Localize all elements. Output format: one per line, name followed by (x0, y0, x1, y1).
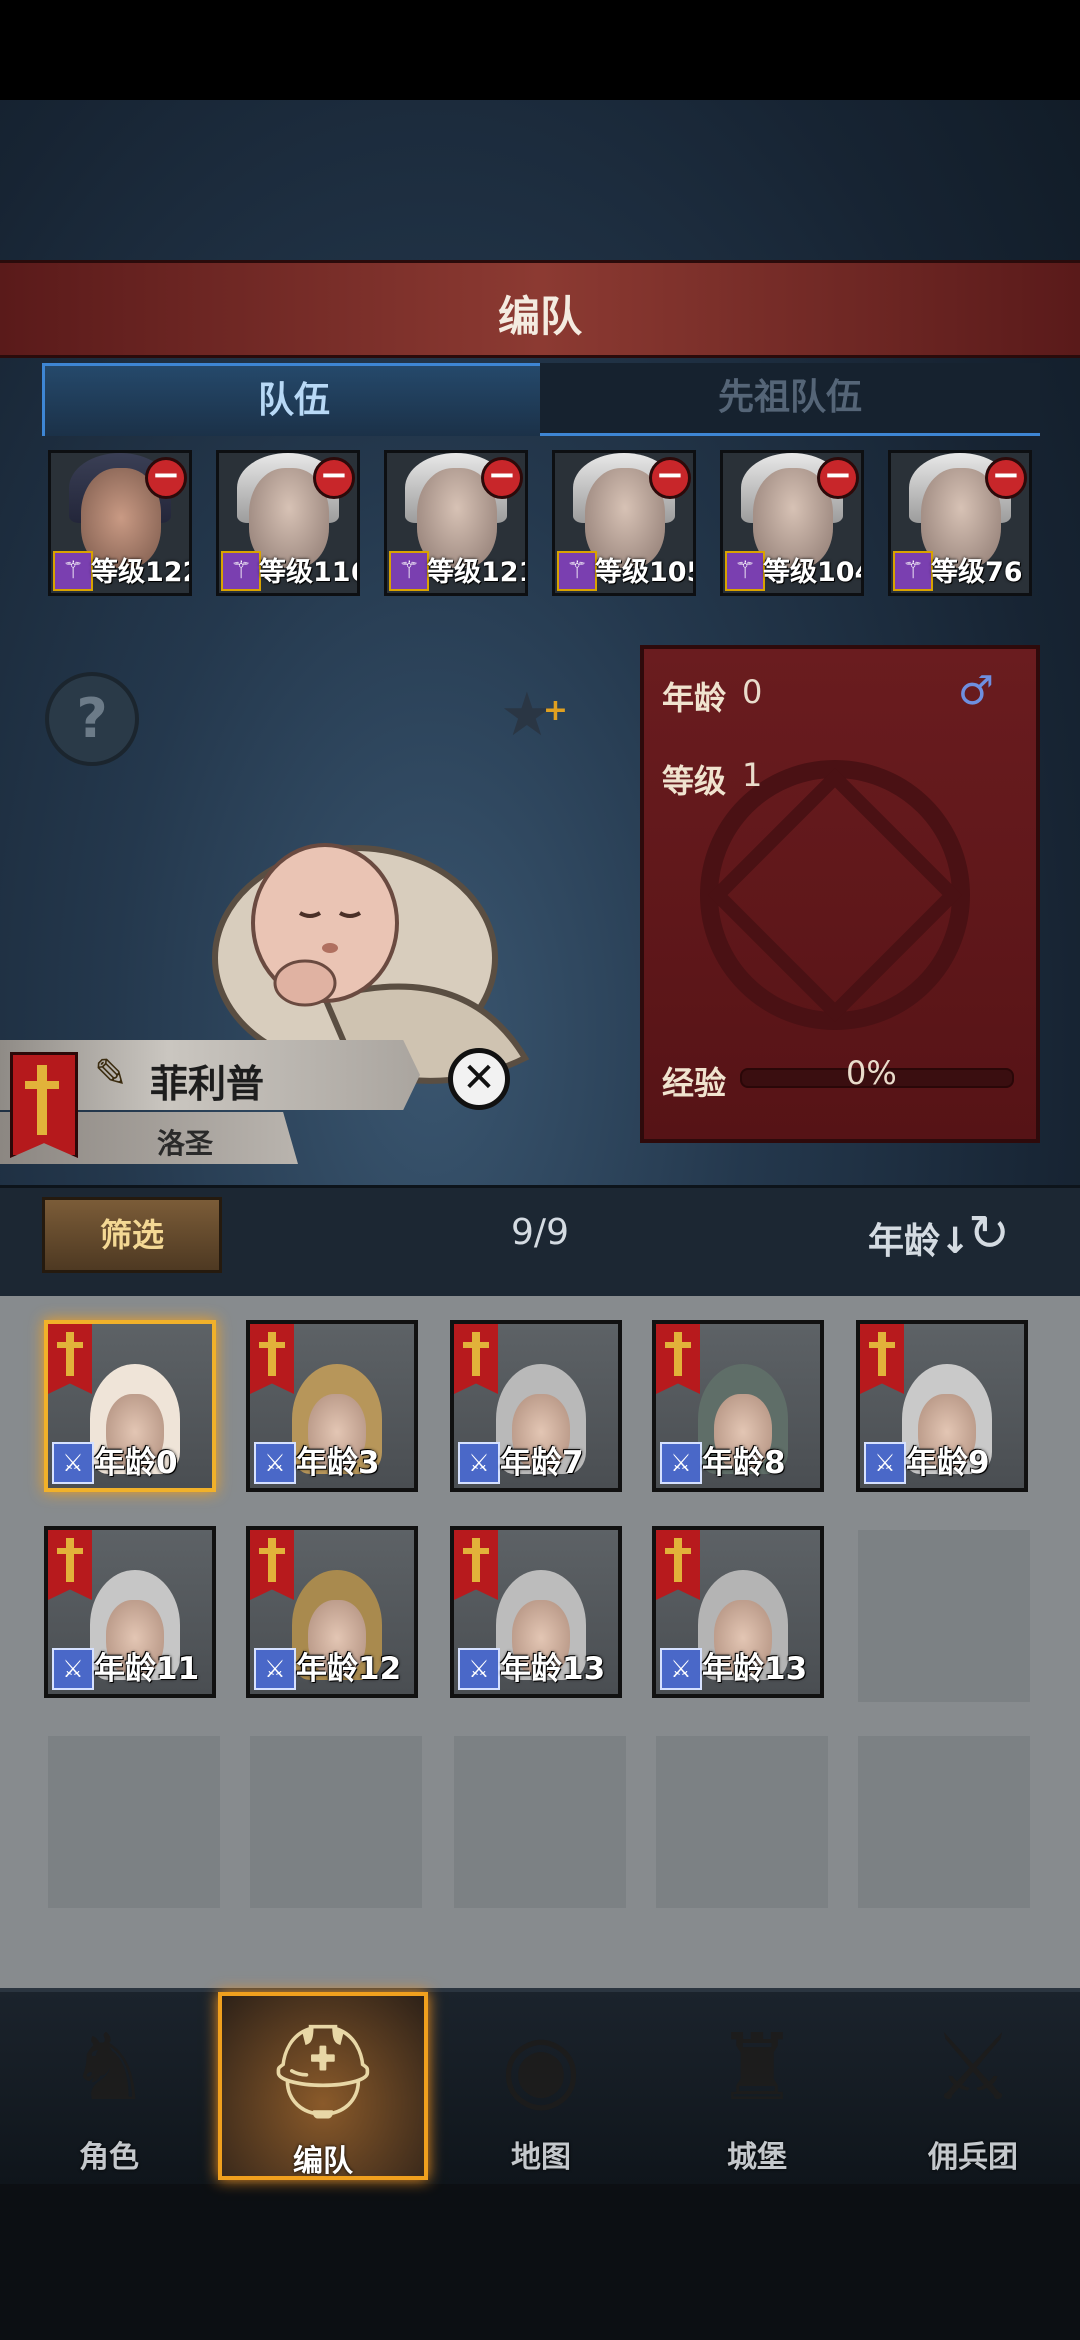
roster-count: 9/9 (511, 1212, 569, 1253)
sword-icon: ⚔ (660, 1442, 702, 1484)
age-label: 年龄3 (296, 1445, 380, 1481)
house-flag-icon (454, 1530, 498, 1600)
age-label: 年龄7 (500, 1445, 584, 1481)
empty-roster-slot (48, 1736, 220, 1908)
filter-button[interactable]: 筛选 (42, 1197, 222, 1273)
sword-icon: ⚔ (52, 1648, 94, 1690)
age-label: 年龄13 (500, 1651, 606, 1687)
title-banner: 编队 (0, 260, 1080, 358)
roster-slot[interactable]: ⚔ 年龄11 (44, 1526, 216, 1698)
help-button[interactable]: ? (45, 672, 139, 766)
roster-slot[interactable]: ⚔ 年龄12 (246, 1526, 418, 1698)
house-flag-icon (48, 1324, 92, 1394)
house-flag-icon (656, 1324, 700, 1394)
roster-slot[interactable]: ⚔ 年龄0 (44, 1320, 216, 1492)
nav-map[interactable]: ◉ 地图 (436, 1992, 646, 2180)
roster-slot[interactable]: ⚔ 年龄9 (856, 1320, 1028, 1492)
system-nav-area (0, 2180, 1080, 2340)
roster-slot[interactable]: ⚔ 年龄13 (652, 1526, 824, 1698)
member-level: 等级104 (763, 557, 864, 588)
remove-member-icon[interactable]: − (313, 457, 355, 499)
knight-icon: ♞ (67, 2014, 151, 2121)
edit-name-icon[interactable]: ✎ (94, 1050, 142, 1098)
wand-icon: ⚚ (893, 551, 933, 591)
remove-member-icon[interactable]: − (985, 457, 1027, 499)
team-member-card[interactable]: − ⚚ 等级105 (552, 450, 696, 596)
empty-roster-slot (250, 1736, 422, 1908)
member-level: 等级122 (91, 557, 192, 588)
page-title: 编队 (497, 292, 582, 341)
member-level: 等级105 (595, 557, 696, 588)
roster-slot[interactable]: ⚔ 年龄13 (450, 1526, 622, 1698)
roster-slot[interactable]: ⚔ 年龄7 (450, 1320, 622, 1492)
age-label: 年龄11 (94, 1651, 200, 1687)
age-label: 年龄13 (702, 1651, 808, 1687)
castle-icon: ♜ (715, 2014, 799, 2121)
refresh-icon[interactable]: ↻ (968, 1205, 1024, 1261)
remove-member-icon[interactable]: − (145, 457, 187, 499)
wand-icon: ⚚ (557, 551, 597, 591)
team-member-card[interactable]: − ⚚ 等级76 (888, 450, 1032, 596)
house-flag-icon (656, 1530, 700, 1600)
wand-icon: ⚚ (389, 551, 429, 591)
team-member-card[interactable]: − ⚚ 等级121 (384, 450, 528, 596)
nav-castle[interactable]: ♜ 城堡 (652, 1992, 862, 2180)
house-flag-icon (10, 1052, 78, 1158)
nav-mercenary[interactable]: ⚔ 佣兵团 (868, 1992, 1078, 2180)
character-name: 菲利普 (150, 1062, 265, 1106)
remove-member-icon[interactable]: − (649, 457, 691, 499)
empty-roster-slot (858, 1736, 1030, 1908)
sword-icon: ⚔ (864, 1442, 906, 1484)
sword-icon: ⚔ (458, 1442, 500, 1484)
close-icon[interactable]: ✕ (448, 1048, 510, 1110)
male-gender-icon: ♂ (958, 668, 994, 714)
nav-character[interactable]: ♞ 角色 (4, 1992, 214, 2180)
team-member-card[interactable]: − ⚚ 等级116 (216, 450, 360, 596)
house-flag-icon (48, 1530, 92, 1600)
tab-team[interactable]: 队伍 (42, 363, 546, 436)
exp-value: 0% (846, 1054, 897, 1092)
nav-squad[interactable]: ⛑ 编队 (218, 1992, 428, 2180)
age-label: 年龄 (662, 679, 727, 717)
empty-roster-slot (656, 1736, 828, 1908)
sword-icon: ⚔ (254, 1648, 296, 1690)
wand-icon: ⚚ (53, 551, 93, 591)
sort-button[interactable]: 年龄↓ (868, 1212, 970, 1264)
age-label: 年龄0 (94, 1445, 178, 1481)
age-value: 0 (742, 673, 763, 711)
sword-icon: ⚔ (660, 1648, 702, 1690)
level-value: 1 (742, 756, 763, 794)
wand-icon: ⚚ (725, 551, 765, 591)
team-member-card[interactable]: − ⚚ 等级122 (48, 450, 192, 596)
roster-slot[interactable]: ⚔ 年龄8 (652, 1320, 824, 1492)
sword-icon: ⚔ (254, 1442, 296, 1484)
empty-roster-slot (454, 1736, 626, 1908)
wand-icon: ⚚ (221, 551, 261, 591)
team-member-card[interactable]: − ⚚ 等级104 (720, 450, 864, 596)
mercenary-icon: ⚔ (931, 2014, 1015, 2121)
house-flag-icon (454, 1324, 498, 1394)
member-level: 等级76 (931, 557, 1023, 588)
favorite-star-icon[interactable]: ★ + (500, 680, 570, 750)
roster-slot[interactable]: ⚔ 年龄3 (246, 1320, 418, 1492)
age-label: 年龄9 (906, 1445, 990, 1481)
sword-icon: ⚔ (52, 1442, 94, 1484)
status-bar-area (0, 0, 1080, 100)
empty-roster-slot (858, 1530, 1030, 1702)
helmet-icon: ⛑ (264, 2018, 382, 2125)
remove-member-icon[interactable]: − (481, 457, 523, 499)
compass-icon: ◉ (500, 2014, 582, 2121)
tab-ancestor-team[interactable]: 先祖队伍 (540, 363, 1040, 436)
member-level: 等级116 (259, 557, 360, 588)
age-label: 年龄12 (296, 1651, 402, 1687)
house-flag-icon (250, 1324, 294, 1394)
age-label: 年龄8 (702, 1445, 786, 1481)
sword-icon: ⚔ (458, 1648, 500, 1690)
house-flag-icon (860, 1324, 904, 1394)
house-flag-icon (250, 1530, 294, 1600)
member-level: 等级121 (427, 557, 528, 588)
remove-member-icon[interactable]: − (817, 457, 859, 499)
exp-label: 经验 (662, 1064, 727, 1102)
level-label: 等级 (662, 762, 727, 800)
